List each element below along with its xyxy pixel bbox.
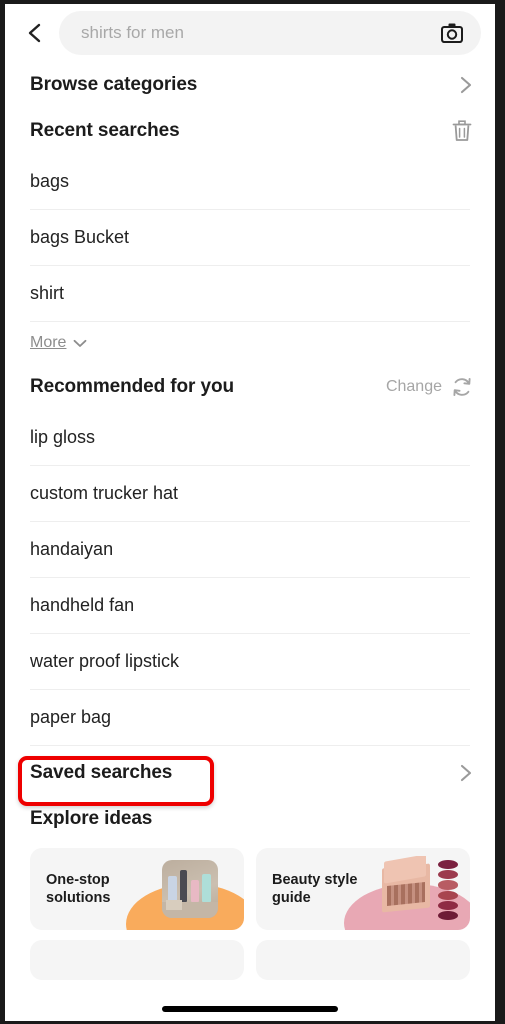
explore-card-partial[interactable] <box>30 940 244 980</box>
recommended-title: Recommended for you <box>30 376 234 397</box>
list-item[interactable]: bags <box>30 154 470 210</box>
browse-categories-chevron[interactable] <box>459 75 473 95</box>
chevron-left-icon <box>28 23 41 43</box>
list-item[interactable]: custom trucker hat <box>30 466 470 522</box>
explore-ideas-header: Explore ideas <box>5 796 495 842</box>
chevron-down-icon <box>74 339 87 347</box>
recommended-header: Recommended for you Change <box>5 364 495 410</box>
explore-card-label: One-stop solutions <box>46 871 111 906</box>
recommended-label: custom trucker hat <box>30 483 179 503</box>
list-item[interactable]: water proof lipstick <box>30 634 470 690</box>
more-label: More <box>30 334 67 351</box>
camera-search-button[interactable] <box>437 18 467 48</box>
more-recent-searches-row: More <box>5 322 495 364</box>
device-frame: shirts for men Browse categories Recent … <box>0 0 505 1024</box>
trash-icon <box>452 120 472 141</box>
recent-searches-title: Recent searches <box>30 120 180 141</box>
recent-searches-list: bags bags Bucket shirt <box>5 154 495 322</box>
chevron-right-icon <box>460 764 472 782</box>
explore-card-one-stop-solutions[interactable]: One-stop solutions <box>30 848 244 930</box>
list-item[interactable]: lip gloss <box>30 410 470 466</box>
explore-card-partial[interactable] <box>256 940 470 980</box>
recent-search-label: bags <box>30 171 70 191</box>
clear-recent-searches-button[interactable] <box>451 119 473 143</box>
saved-searches-title: Saved searches <box>30 762 173 783</box>
chevron-right-icon <box>460 76 472 94</box>
list-item[interactable]: handaiyan <box>30 522 470 578</box>
explore-ideas-title: Explore ideas <box>30 808 153 829</box>
search-placeholder-text: shirts for men <box>81 23 184 42</box>
recent-search-label: shirt <box>30 283 65 303</box>
home-indicator <box>162 1006 338 1012</box>
change-label: Change <box>385 378 442 395</box>
saved-searches-row[interactable]: Saved searches <box>5 750 495 796</box>
app-screen: shirts for men Browse categories Recent … <box>5 4 495 1021</box>
explore-ideas-cards-next-row <box>5 930 495 980</box>
recent-search-label: bags Bucket <box>30 227 130 247</box>
list-item[interactable]: bags Bucket <box>30 210 470 266</box>
saved-searches-chevron[interactable] <box>459 763 473 783</box>
refresh-icon <box>453 377 471 397</box>
browse-categories-title: Browse categories <box>30 74 198 95</box>
list-item[interactable]: shirt <box>30 266 470 322</box>
browse-categories-row[interactable]: Browse categories <box>5 62 495 108</box>
saved-searches-wrapper: Saved searches <box>5 750 495 806</box>
cosmetics-thumbnail <box>162 860 218 918</box>
more-recent-searches-button[interactable]: More <box>30 334 87 352</box>
search-header: shirts for men <box>5 4 495 62</box>
camera-icon <box>441 23 463 43</box>
recommended-label: water proof lipstick <box>30 651 180 671</box>
recommended-label: lip gloss <box>30 427 96 447</box>
explore-card-label: Beauty style guide <box>272 871 358 906</box>
list-item[interactable]: handheld fan <box>30 578 470 634</box>
lipstick-swatches <box>438 860 458 921</box>
recommended-label: handheld fan <box>30 595 135 615</box>
recommended-list: lip gloss custom trucker hat handaiyan h… <box>5 410 495 746</box>
list-item[interactable]: paper bag <box>30 690 470 746</box>
recent-searches-header: Recent searches <box>5 108 495 154</box>
search-input[interactable]: shirts for men <box>59 11 481 55</box>
change-recommendations-button[interactable]: Change <box>386 376 473 398</box>
explore-card-beauty-style-guide[interactable]: Beauty style guide <box>256 848 470 930</box>
explore-ideas-cards: One-stop solutions Beauty style guide <box>5 842 495 930</box>
recommended-label: handaiyan <box>30 539 114 559</box>
back-button[interactable] <box>15 11 55 55</box>
recommended-label: paper bag <box>30 707 112 727</box>
lipstick-palette-thumbnail <box>380 856 464 922</box>
